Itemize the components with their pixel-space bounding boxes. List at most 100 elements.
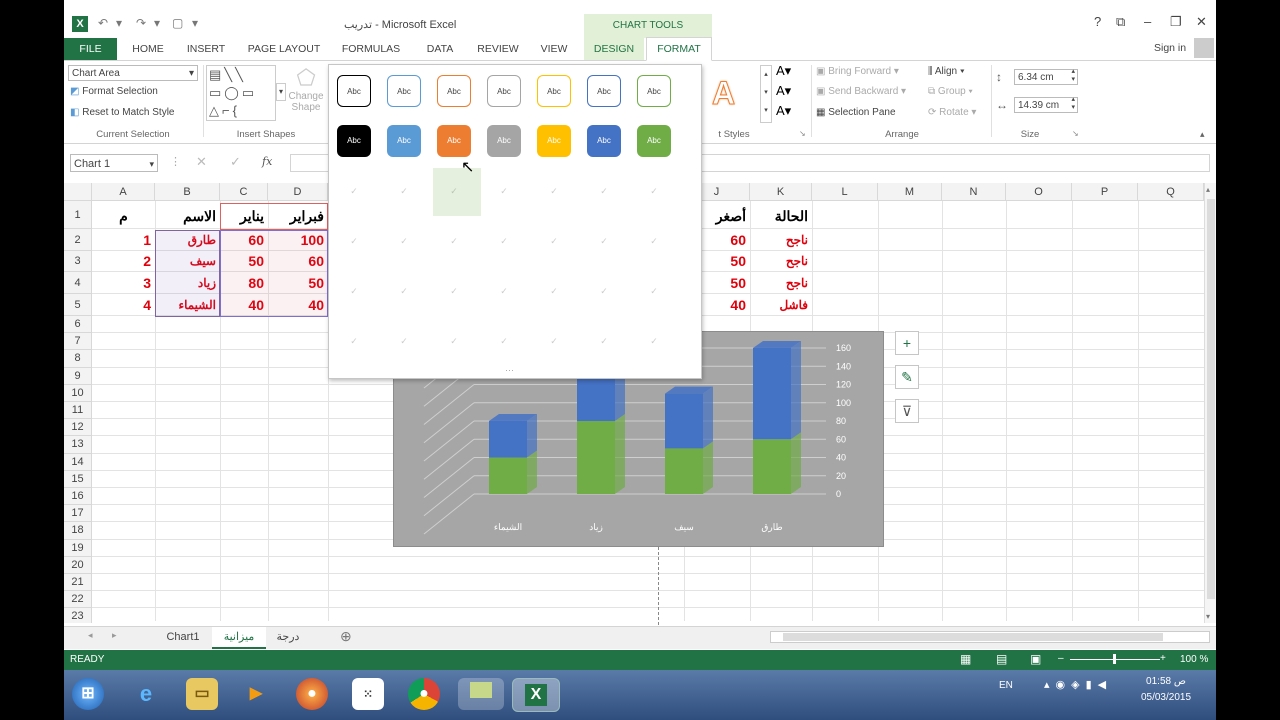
gallery-resize-grip-icon[interactable]: ⋯ [505,365,514,376]
shape-style-fill-4[interactable]: Abc [537,125,571,157]
shape-style-outline-5[interactable]: Abc [587,75,621,107]
zoom-in-icon[interactable]: + [1160,653,1166,664]
shape-style-effect-3-6[interactable]: ✓ [637,325,671,357]
shape-style-outline-6[interactable]: Abc [637,75,671,107]
avatar[interactable] [1194,38,1214,58]
send-backward-button[interactable]: ▣ Send Backward ▾ [816,86,906,97]
next-sheet-icon[interactable]: ▸ [112,630,117,641]
shape-style-effect-1-2[interactable]: ✓ [437,225,471,257]
row-header[interactable]: 15 [64,470,92,488]
shape-style-effect-2-0[interactable]: ✓ [337,275,371,307]
row-header[interactable]: 8 [64,350,92,368]
row-header[interactable]: 3 [64,251,92,272]
shape-style-effect-0-1[interactable]: ✓ [387,175,421,207]
cell-k5[interactable]: فاشل [750,294,812,316]
spinner-icon[interactable]: ▴ ▾ [1071,96,1075,112]
column-header-q[interactable]: Q [1138,183,1204,201]
row-header[interactable]: 10 [64,384,92,402]
undo-dropdown-icon[interactable]: ▾ [116,16,122,30]
media-player-icon[interactable]: ▶ [240,678,272,710]
tab-format[interactable]: FORMAT [646,37,712,61]
scroll-thumb[interactable] [1207,199,1215,599]
shape-style-fill-3[interactable]: Abc [487,125,521,157]
tab-page-layout[interactable]: PAGE LAYOUT [242,38,326,60]
collapse-ribbon-icon[interactable]: ▴ [1200,129,1205,140]
shape-style-effect-2-2[interactable]: ✓ [437,275,471,307]
excel-taskbar-icon[interactable]: X [512,678,560,712]
tab-view[interactable]: VIEW [532,38,576,60]
horizontal-scrollbar[interactable] [770,631,1210,643]
zoom-slider-thumb[interactable] [1113,654,1116,664]
select-all-corner[interactable] [64,183,92,201]
shape-style-effect-0-5[interactable]: ✓ [587,175,621,207]
scroll-up-icon[interactable]: ▴ [1206,185,1210,194]
clock-date[interactable]: 05/03/2015 [1136,692,1196,703]
tab-design[interactable]: DESIGN [584,38,644,60]
shape-style-effect-1-4[interactable]: ✓ [537,225,571,257]
cell-a1[interactable]: م [92,203,155,229]
shape-style-fill-2[interactable]: Abc [437,125,471,157]
change-shape-button[interactable]: ⬠ Change Shape [286,65,326,121]
row-header[interactable]: 2 [64,229,92,251]
clock-time[interactable]: 01:58 ص [1136,676,1196,687]
row-header[interactable]: 23 [64,608,92,623]
firefox-icon[interactable]: ● [296,678,328,710]
shape-style-effect-3-1[interactable]: ✓ [387,325,421,357]
cell-k3[interactable]: ناجح [750,251,812,272]
shape-width-input[interactable]: 14.39 cm ▴ ▾ [1014,96,1078,113]
shape-style-effect-2-3[interactable]: ✓ [487,275,521,307]
vertical-scrollbar[interactable]: ▴ ▾ [1204,183,1216,623]
shape-style-effect-3-5[interactable]: ✓ [587,325,621,357]
shapes-gallery[interactable]: ▤╲╲ ▭◯▭ △⌐{ [206,65,276,121]
name-box[interactable]: Chart 1 ▾ [70,154,158,172]
cell-a5[interactable]: 4 [92,294,155,316]
shape-style-effect-3-3[interactable]: ✓ [487,325,521,357]
shape-style-outline-1[interactable]: Abc [387,75,421,107]
shapes-more-icon[interactable]: ▾ [276,83,286,101]
shape-style-fill-6[interactable]: Abc [637,125,671,157]
page-layout-view-icon[interactable]: ▤ [996,652,1007,666]
system-tray-icons[interactable]: ▴◉◈▮◀ [1044,678,1112,691]
shape-style-effect-1-6[interactable]: ✓ [637,225,671,257]
row-header[interactable]: 1 [64,201,92,229]
shape-style-effect-2-5[interactable]: ✓ [587,275,621,307]
tab-file[interactable]: FILE [64,38,117,60]
input-language[interactable]: EN [999,680,1013,691]
column-header-b[interactable]: B [155,183,220,201]
redo-dropdown-icon[interactable]: ▾ [154,16,160,30]
shape-style-fill-1[interactable]: Abc [387,125,421,157]
chart-elements-dropdown[interactable]: Chart Area ▾ [68,65,198,81]
column-header-p[interactable]: P [1072,183,1138,201]
chrome-icon[interactable]: ● [408,678,440,710]
cell-a2[interactable]: 1 [92,229,155,251]
reset-to-match-style-button[interactable]: ◧ Reset to Match Style [70,107,175,118]
bring-forward-button[interactable]: ▣ Bring Forward ▾ [816,66,899,77]
zoom-level[interactable]: 100 % [1180,654,1208,665]
align-button[interactable]: ⫼ Align ▾ [928,66,965,77]
row-header[interactable]: 21 [64,574,92,592]
row-header[interactable]: 14 [64,453,92,471]
row-header[interactable]: 11 [64,402,92,420]
cell-b1[interactable]: الاسم [155,203,220,229]
tab-review[interactable]: REVIEW [472,38,524,60]
text-outline-icon[interactable]: A▾ [776,83,791,99]
text-fill-icon[interactable]: A▾ [776,63,791,79]
customize-qat-icon[interactable]: ▾ [192,16,198,30]
cell-k4[interactable]: ناجح [750,272,812,294]
shape-style-effect-0-6[interactable]: ✓ [637,175,671,207]
row-header[interactable]: 5 [64,294,92,316]
cell-k1[interactable]: الحالة [750,203,812,229]
close-icon[interactable]: ✕ [1196,14,1207,30]
cell-a3[interactable]: 2 [92,251,155,272]
insert-function-icon[interactable]: fx [262,155,272,168]
zoom-slider[interactable] [1070,654,1160,664]
row-header[interactable]: 12 [64,419,92,437]
ribbon-display-icon[interactable]: ⧉ [1116,14,1125,30]
internet-explorer-icon[interactable]: e [130,678,162,710]
new-file-icon[interactable]: ▢ [172,16,183,30]
chart-filters-button[interactable]: ⊽ [895,399,919,423]
shape-style-effect-0-0[interactable]: ✓ [337,175,371,207]
chart-elements-button[interactable]: + [895,331,919,355]
spinner-icon[interactable]: ▴ ▾ [1071,68,1075,84]
cell-a4[interactable]: 3 [92,272,155,294]
